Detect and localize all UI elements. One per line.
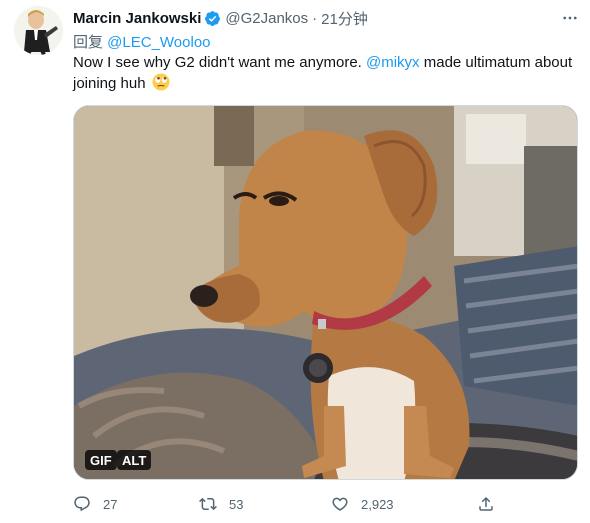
tweet-actions: 27 53 2,923 xyxy=(73,493,578,515)
tweet-header: Marcin Jankowski @G2Jankos · 21分钟 xyxy=(73,8,368,28)
share-button[interactable] xyxy=(477,493,495,515)
share-icon xyxy=(479,496,493,511)
reply-button[interactable]: 27 xyxy=(73,493,117,515)
avatar[interactable] xyxy=(14,6,63,55)
tweet-timestamp[interactable]: 21分钟 xyxy=(321,8,368,29)
replying-to: 回复 @LEC_Wooloo xyxy=(73,31,211,52)
like-button[interactable]: 2,923 xyxy=(331,493,394,515)
dog-gif-image xyxy=(74,106,577,479)
avatar-image xyxy=(14,6,63,55)
tweet-text: Now I see why G2 didn't want me anymore.… xyxy=(73,53,578,94)
more-options-icon[interactable] xyxy=(560,8,580,28)
like-count: 2,923 xyxy=(361,496,394,512)
verified-badge-icon xyxy=(204,10,221,27)
separator-dot: · xyxy=(312,9,318,27)
tweet-mention-link[interactable]: @mikyx xyxy=(366,54,420,71)
alt-text-button[interactable]: ALT xyxy=(117,450,152,470)
tweet-media-gif[interactable]: GIF ALT xyxy=(73,105,578,480)
tweet-text-part1: Now I see why G2 didn't want me anymore. xyxy=(73,54,366,71)
reply-icon xyxy=(74,496,90,512)
replying-to-label: 回复 xyxy=(73,34,108,51)
retweet-button[interactable]: 53 xyxy=(199,493,243,515)
retweet-icon xyxy=(199,497,217,511)
reply-mention-link[interactable]: @LEC_Wooloo xyxy=(107,34,210,51)
tweet[interactable]: Marcin Jankowski @G2Jankos · 21分钟 回复 @LE… xyxy=(0,0,590,523)
author-name[interactable]: Marcin Jankowski xyxy=(73,10,201,27)
retweet-count: 53 xyxy=(229,496,244,512)
face-with-rolling-eyes-emoji xyxy=(152,73,170,91)
like-icon xyxy=(332,497,348,511)
author-handle[interactable]: @G2Jankos xyxy=(225,10,308,27)
reply-count: 27 xyxy=(103,496,118,512)
gif-badge: GIF xyxy=(85,450,117,470)
